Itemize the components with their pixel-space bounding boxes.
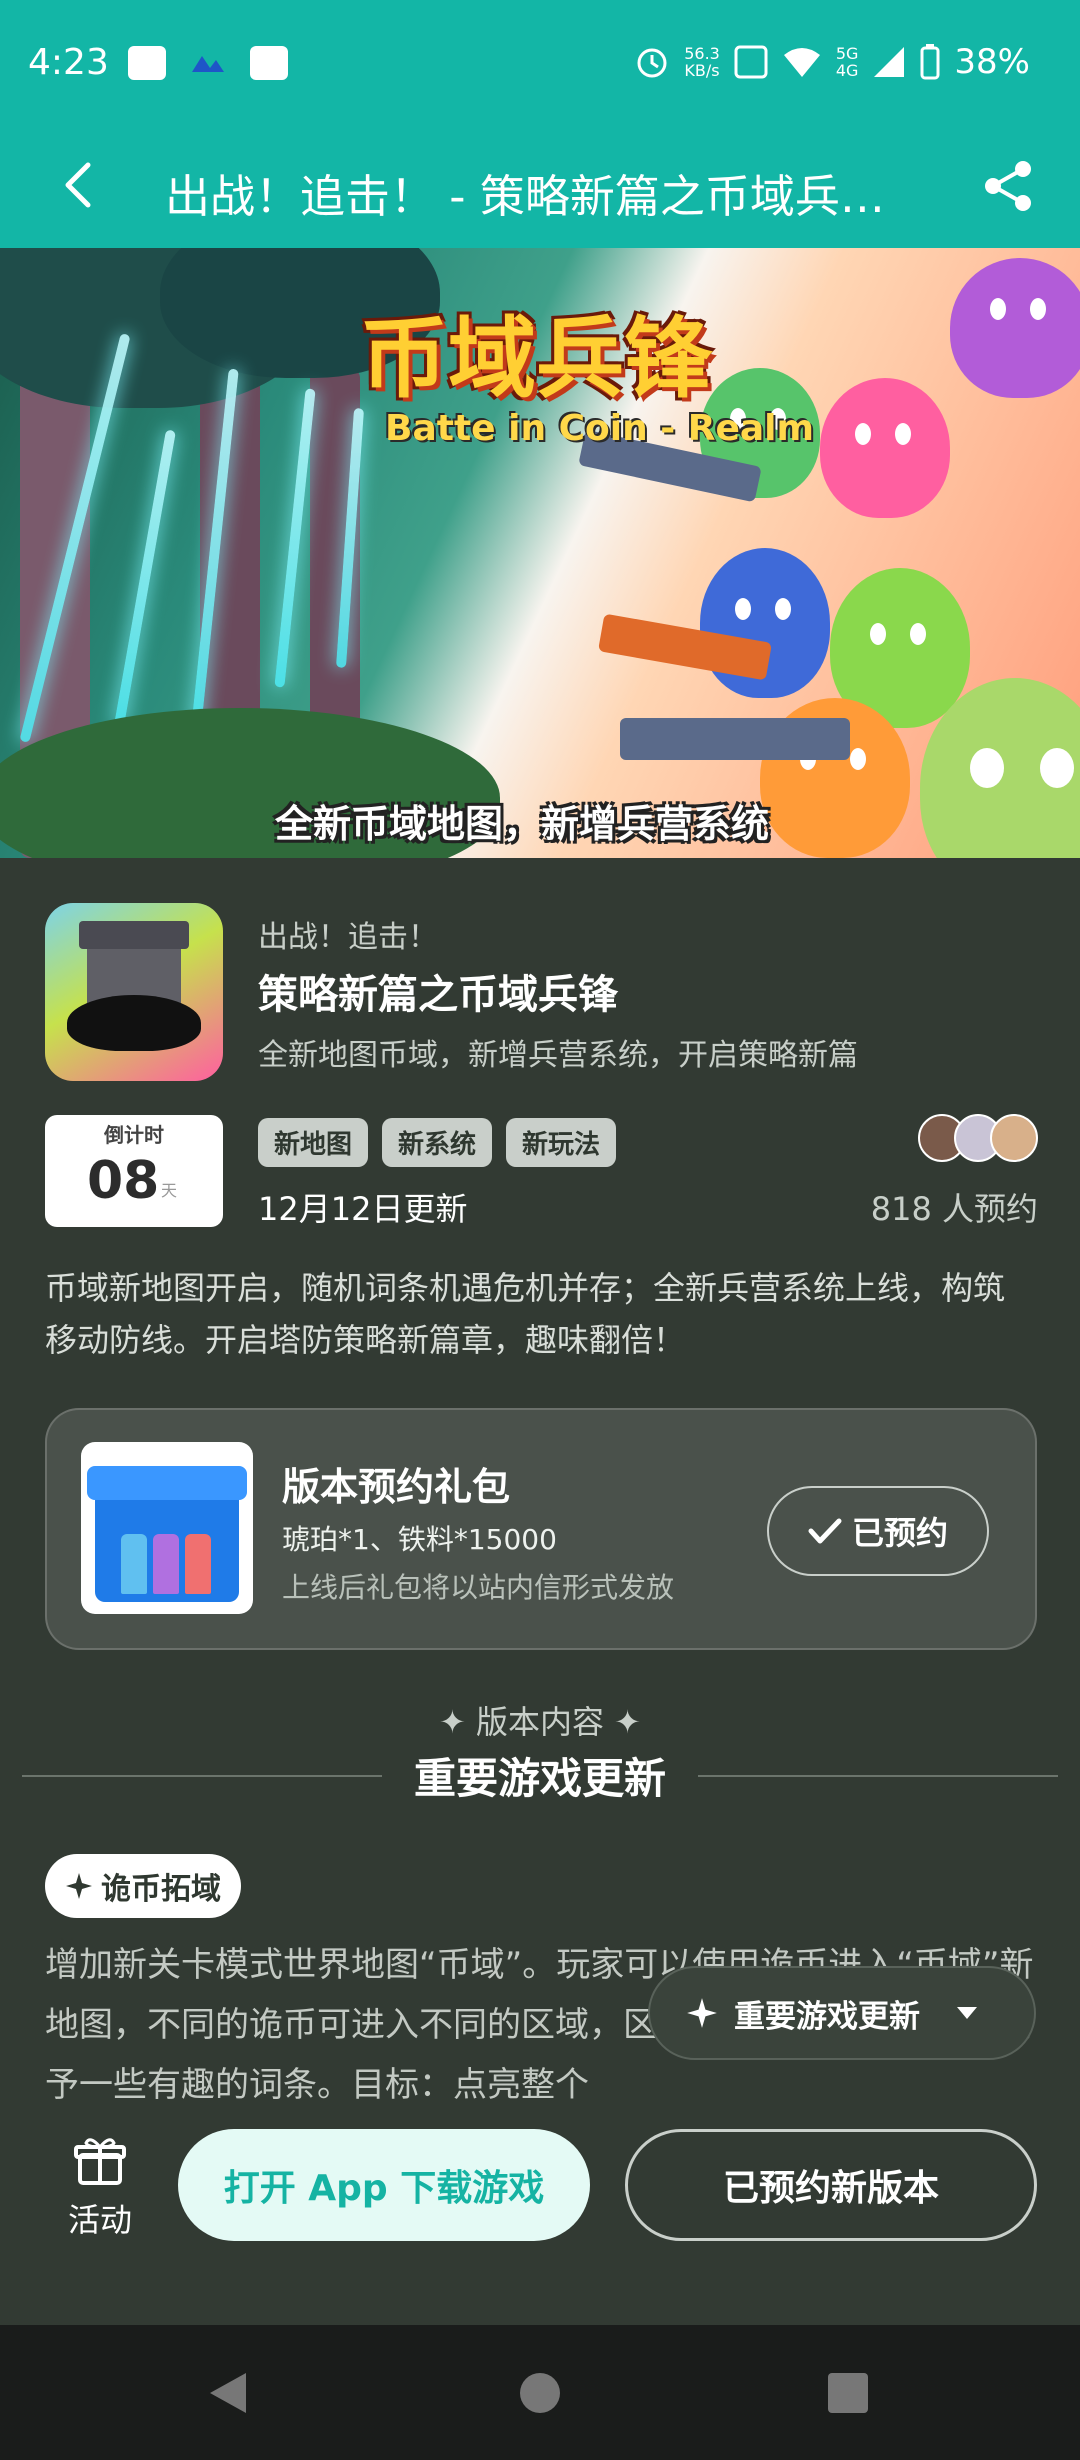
cloud-icon bbox=[192, 56, 224, 72]
game-description: 全新地图币域，新增兵营系统，开启策略新篇 bbox=[258, 1038, 858, 1073]
countdown-value: 08 bbox=[87, 1151, 160, 1211]
status-right-icons: 56.3 KB/s 5G 4G 38% bbox=[634, 42, 1030, 82]
reserve-count: 818 人预约 bbox=[870, 1190, 1038, 1228]
banner-caption: 全新币域地图，新增兵营系统 bbox=[275, 802, 770, 846]
open-app-download-button[interactable]: 打开 App 下载游戏 bbox=[178, 2129, 590, 2241]
update-date: 12月12日更新 bbox=[258, 1190, 468, 1228]
system-nav-bar bbox=[0, 2325, 1080, 2460]
signal-icon bbox=[874, 47, 905, 77]
section-jump-label: 重要游戏更新 bbox=[734, 1998, 920, 2035]
blaster-weapon bbox=[620, 718, 850, 760]
game-banner[interactable]: 币域兵锋 Batte in Coin - Realm 全新币域地图，新增兵营系统 bbox=[0, 248, 1080, 858]
activity-label: 活动 bbox=[67, 2201, 132, 2239]
game-subtitle: 出战！追击！ bbox=[258, 920, 438, 955]
share-button[interactable] bbox=[976, 154, 1040, 218]
light-ray bbox=[114, 429, 176, 727]
gift-reserved-label: 已预约 bbox=[851, 1514, 948, 1552]
page-title: 出战！追击！ - 策略新篇之币域兵… bbox=[165, 170, 885, 223]
gift-icon bbox=[74, 2138, 126, 2185]
battery-icon bbox=[920, 44, 940, 80]
network-label: 5G bbox=[835, 44, 859, 63]
activity-button[interactable]: 活动 bbox=[60, 2135, 140, 2241]
status-time: 4:23 bbox=[28, 42, 109, 83]
app-notification-icon bbox=[250, 46, 288, 80]
sparkle-icon bbox=[66, 1873, 92, 1899]
nav-back-icon[interactable] bbox=[206, 2371, 250, 2415]
section-label: 诡币拓域 bbox=[101, 1872, 221, 1907]
game-app-icon[interactable] bbox=[45, 903, 223, 1081]
gift-reserved-button[interactable]: 已预约 bbox=[767, 1486, 989, 1576]
net-speed-unit: KB/s bbox=[684, 61, 720, 80]
gift-card: 版本预约礼包 琥珀*1、铁料*15000 上线后礼包将以站内信形式发放 已预约 bbox=[45, 1408, 1037, 1650]
wifi-icon bbox=[783, 48, 820, 77]
game-intro: 币域新地图开启，随机词条机遇危机并存；全新兵营系统上线，构筑移动防线。开启塔防策… bbox=[45, 1269, 1006, 1359]
gift-note: 上线后礼包将以站内信形式发放 bbox=[282, 1571, 675, 1604]
banner-subtitle: Batte in Coin - Realm bbox=[385, 408, 815, 449]
gift-items: 琥珀*1、铁料*15000 bbox=[282, 1523, 557, 1556]
section-label-pill: 诡币拓域 bbox=[45, 1854, 241, 1918]
countdown-label: 倒计时 bbox=[104, 1123, 164, 1147]
bottom-action-bar: 活动 打开 App 下载游戏 已预约新版本 bbox=[0, 2105, 1080, 2325]
app-header: 出战！追击！ - 策略新篇之币域兵… bbox=[0, 130, 1080, 248]
reserver-avatars[interactable] bbox=[918, 1114, 1038, 1162]
countdown-unit: 天 bbox=[161, 1181, 178, 1200]
status-bar: 4:23 56.3 KB/s 5G 4G 38% bbox=[0, 0, 1080, 130]
version-content-label: ✦ 版本内容 ✦ bbox=[439, 1703, 641, 1741]
nav-recents-icon[interactable] bbox=[826, 2371, 870, 2415]
section-jump-dropdown[interactable]: 重要游戏更新 bbox=[648, 1966, 1036, 2060]
tower-top-shape bbox=[79, 921, 189, 949]
slime-shape bbox=[67, 995, 201, 1051]
slime-character bbox=[820, 378, 950, 518]
crystal-shape bbox=[185, 1534, 211, 1594]
gift-title: 版本预约礼包 bbox=[282, 1465, 511, 1509]
alarm-icon bbox=[637, 48, 667, 78]
hd-icon bbox=[734, 45, 768, 79]
reserved-new-version-button[interactable]: 已预约新版本 bbox=[625, 2129, 1037, 2241]
countdown-card: 倒计时 08 天 bbox=[45, 1115, 223, 1227]
avatar bbox=[990, 1114, 1038, 1162]
banner-title: 币域兵锋 bbox=[360, 307, 713, 410]
message-icon bbox=[128, 46, 166, 80]
gift-box-image bbox=[81, 1442, 253, 1614]
share-icon bbox=[985, 161, 1031, 211]
tag-list: 新地图 新系统 新玩法 bbox=[258, 1118, 617, 1167]
net-speed-value: 56.3 bbox=[684, 44, 720, 63]
sparkle-icon bbox=[687, 1998, 717, 2028]
net-speed: 56.3 KB/s bbox=[684, 45, 720, 79]
slime-character bbox=[950, 258, 1080, 398]
chevron-down-icon bbox=[957, 2007, 977, 2019]
game-title: 策略新篇之币域兵锋 bbox=[258, 972, 618, 1018]
nav-home-icon[interactable] bbox=[518, 2371, 562, 2415]
tag[interactable]: 新玩法 bbox=[506, 1118, 617, 1167]
tag[interactable]: 新地图 bbox=[258, 1118, 369, 1167]
network-label-2: 4G bbox=[835, 61, 859, 80]
back-button[interactable] bbox=[42, 150, 112, 220]
crystal-shape bbox=[121, 1534, 147, 1594]
notification-icons bbox=[128, 46, 288, 80]
crystal-shape bbox=[153, 1534, 179, 1594]
network-type: 5G 4G bbox=[836, 45, 859, 79]
gift-box-lid bbox=[87, 1466, 247, 1500]
back-arrow-icon bbox=[65, 162, 91, 208]
battery-level: 38% bbox=[954, 42, 1030, 82]
check-icon bbox=[808, 1518, 842, 1544]
version-title: 重要游戏更新 bbox=[413, 1754, 666, 1803]
tag[interactable]: 新系统 bbox=[382, 1118, 493, 1167]
